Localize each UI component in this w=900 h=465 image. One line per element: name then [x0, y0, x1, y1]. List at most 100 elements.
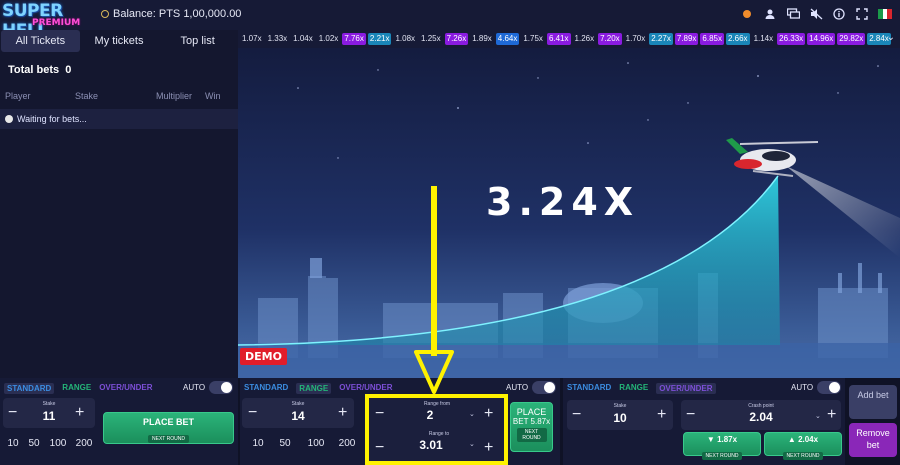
range-from-minus-button[interactable]: − [375, 406, 384, 422]
range-from-value[interactable]: 2 [415, 408, 445, 422]
tab-all-tickets[interactable]: All Tickets [1, 30, 80, 52]
info-icon[interactable] [832, 7, 846, 21]
quick-stake-100[interactable]: 100 [300, 438, 332, 449]
italy-flag-icon[interactable] [878, 7, 893, 21]
fullscreen-icon[interactable] [855, 7, 869, 21]
range-selector: − Range from 2 ⌄ + Range to − 3.01 ⌄ + [365, 394, 508, 465]
stake-label: Stake [42, 401, 56, 407]
quick-stake-100[interactable]: 100 [45, 438, 71, 449]
remove-bet-button[interactable]: Remove bet [849, 423, 897, 457]
mode-over-under-tab[interactable]: OVER/UNDER [99, 383, 152, 394]
next-round-label: NEXT ROUND [148, 435, 189, 443]
balance-display: Balance: PTS 1,00,000.00 [101, 8, 241, 20]
history-chip: 7.20x [598, 33, 622, 45]
column-player: Player [5, 91, 31, 101]
tab-top-list[interactable]: Top list [158, 30, 237, 52]
column-win: Win [205, 91, 221, 101]
quick-stake-200[interactable]: 200 [332, 438, 362, 449]
history-chip: 1.02x [318, 34, 339, 43]
history-chip: 4.64x [495, 33, 520, 45]
stake-label: Stake [291, 401, 305, 407]
plus-button[interactable]: + [657, 407, 666, 423]
history-chip: 6.85x [700, 33, 724, 45]
chevron-down-icon[interactable]: ⌄ [887, 32, 895, 43]
stake-value[interactable]: 10 [600, 411, 640, 425]
tab-my-tickets[interactable]: My tickets [80, 30, 159, 52]
add-bet-label: Add bet [857, 390, 889, 400]
total-bets: Total bets 0 [8, 64, 71, 76]
mode-range-tab[interactable]: RANGE [619, 383, 648, 394]
mode-standard-tab[interactable]: STANDARD [567, 383, 611, 394]
mode-over-under-tab[interactable]: OVER/UNDER [656, 383, 716, 394]
history-chip: 1.14x [753, 34, 774, 43]
coin-icon [101, 10, 109, 18]
mode-range-tab[interactable]: RANGE [62, 383, 91, 394]
mode-over-under-tab[interactable]: OVER/UNDER [339, 383, 392, 394]
place-bet-button[interactable]: PLACE BET NEXT ROUND [103, 412, 234, 444]
range-to-plus-button[interactable]: + [484, 440, 493, 456]
range-from-plus-button[interactable]: + [484, 406, 493, 422]
auto-toggle[interactable] [532, 381, 557, 394]
minus-button[interactable]: − [8, 405, 17, 421]
auto-toggle-group: AUTO [183, 381, 234, 394]
crash-point-value[interactable]: 2.04 [739, 410, 783, 424]
column-stake: Stake [75, 91, 99, 101]
auto-toggle[interactable] [817, 381, 842, 394]
auto-label: AUTO [791, 383, 814, 392]
total-bets-label: Total bets [8, 64, 60, 76]
mode-standard-tab[interactable]: STANDARD [4, 383, 55, 394]
minus-button[interactable]: − [686, 407, 695, 423]
range-to-minus-button[interactable]: − [375, 440, 384, 456]
plus-button[interactable]: + [75, 405, 84, 421]
stake-stepper: − Stake 10 + [567, 400, 673, 430]
history-chip: 2.21x [367, 33, 392, 45]
plus-button[interactable]: + [827, 407, 836, 423]
quick-stake-200[interactable]: 200 [71, 438, 97, 449]
down-arrow-icon: ▼ [706, 435, 715, 444]
helicopter-icon [726, 138, 819, 177]
chevron-down-icon[interactable]: ⌄ [815, 412, 821, 420]
user-icon[interactable] [763, 7, 777, 21]
quick-stake-10[interactable]: 10 [3, 438, 23, 449]
history-chip: 1.07x [242, 34, 262, 43]
over-bet-button[interactable]: ▲ 2.04x NEXT ROUND [764, 432, 842, 460]
status-dot-icon [740, 7, 754, 21]
stake-value[interactable]: 11 [29, 409, 69, 423]
under-bet-button[interactable]: ▼ 1.87x NEXT ROUND [683, 432, 761, 460]
history-chip: 1.04x [293, 34, 313, 43]
remove-bet-label: Remove bet [856, 428, 890, 450]
minus-button[interactable]: − [248, 405, 257, 421]
mode-range-tab[interactable]: RANGE [296, 383, 332, 394]
place-bet-odds: BET 5.87x [512, 417, 551, 426]
current-multiplier: 3.24X [486, 180, 640, 224]
quick-stake-10[interactable]: 10 [246, 438, 270, 449]
bet-panel-over-under: STANDARD RANGE OVER/UNDER AUTO − Stake 1… [563, 378, 845, 465]
sound-off-icon[interactable] [809, 7, 823, 21]
bet-panel-standard: STANDARD RANGE OVER/UNDER AUTO − Stake 1… [0, 378, 238, 465]
add-bet-button[interactable]: Add bet [849, 385, 897, 419]
waiting-text: Waiting for bets... [17, 114, 87, 124]
chevron-down-icon[interactable]: ⌄ [469, 440, 475, 448]
auto-toggle[interactable] [209, 381, 234, 394]
history-chip: 2.27x [649, 33, 673, 45]
up-arrow-icon: ▲ [787, 435, 796, 444]
minus-button[interactable]: − [572, 407, 581, 423]
sidebar-tabs: All Tickets My tickets Top list [1, 30, 237, 52]
history-chip: 1.25x [421, 34, 441, 43]
history-chip: 1.26x [574, 34, 595, 43]
game-scene: 3.24X DEMO [238, 48, 900, 378]
under-value: 1.87x [717, 435, 738, 444]
history-chip: 7.26x [444, 33, 469, 45]
plus-button[interactable]: + [338, 405, 347, 421]
history-chip: 1.70x [625, 34, 646, 43]
mode-standard-tab[interactable]: STANDARD [244, 383, 288, 394]
quick-stake-50[interactable]: 50 [23, 438, 45, 449]
stake-value[interactable]: 14 [278, 409, 318, 423]
place-bet-range-button[interactable]: PLACE BET 5.87x NEXT ROUND [510, 402, 553, 452]
quick-stake-50[interactable]: 50 [270, 438, 300, 449]
column-multiplier: Multiplier [156, 91, 193, 101]
chat-icon[interactable] [786, 7, 800, 21]
chevron-down-icon[interactable]: ⌄ [469, 410, 475, 418]
history-chip: 2.66x [725, 33, 750, 45]
range-to-value[interactable]: 3.01 [411, 438, 451, 452]
